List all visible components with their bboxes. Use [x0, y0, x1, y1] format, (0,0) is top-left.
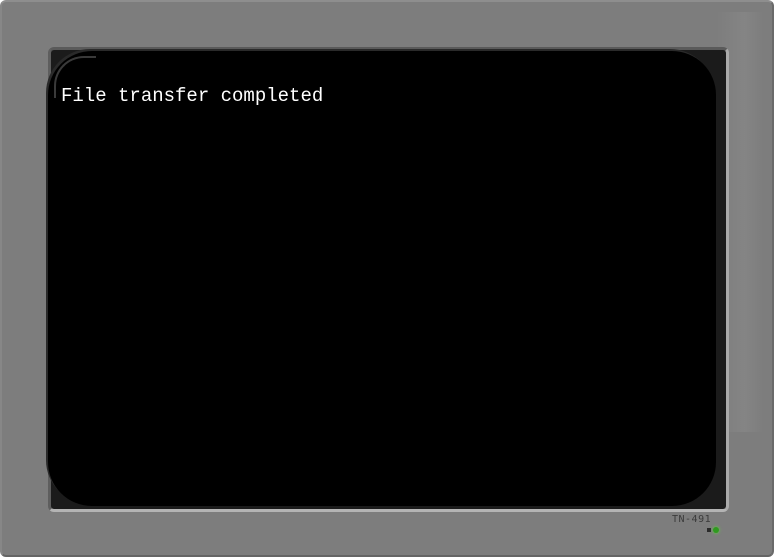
crt-screen	[48, 51, 716, 506]
terminal-output: File transfer completed	[61, 85, 324, 107]
monitor-model-label: TN-491	[672, 514, 712, 525]
power-led-icon	[713, 527, 719, 533]
led-housing	[707, 528, 711, 532]
